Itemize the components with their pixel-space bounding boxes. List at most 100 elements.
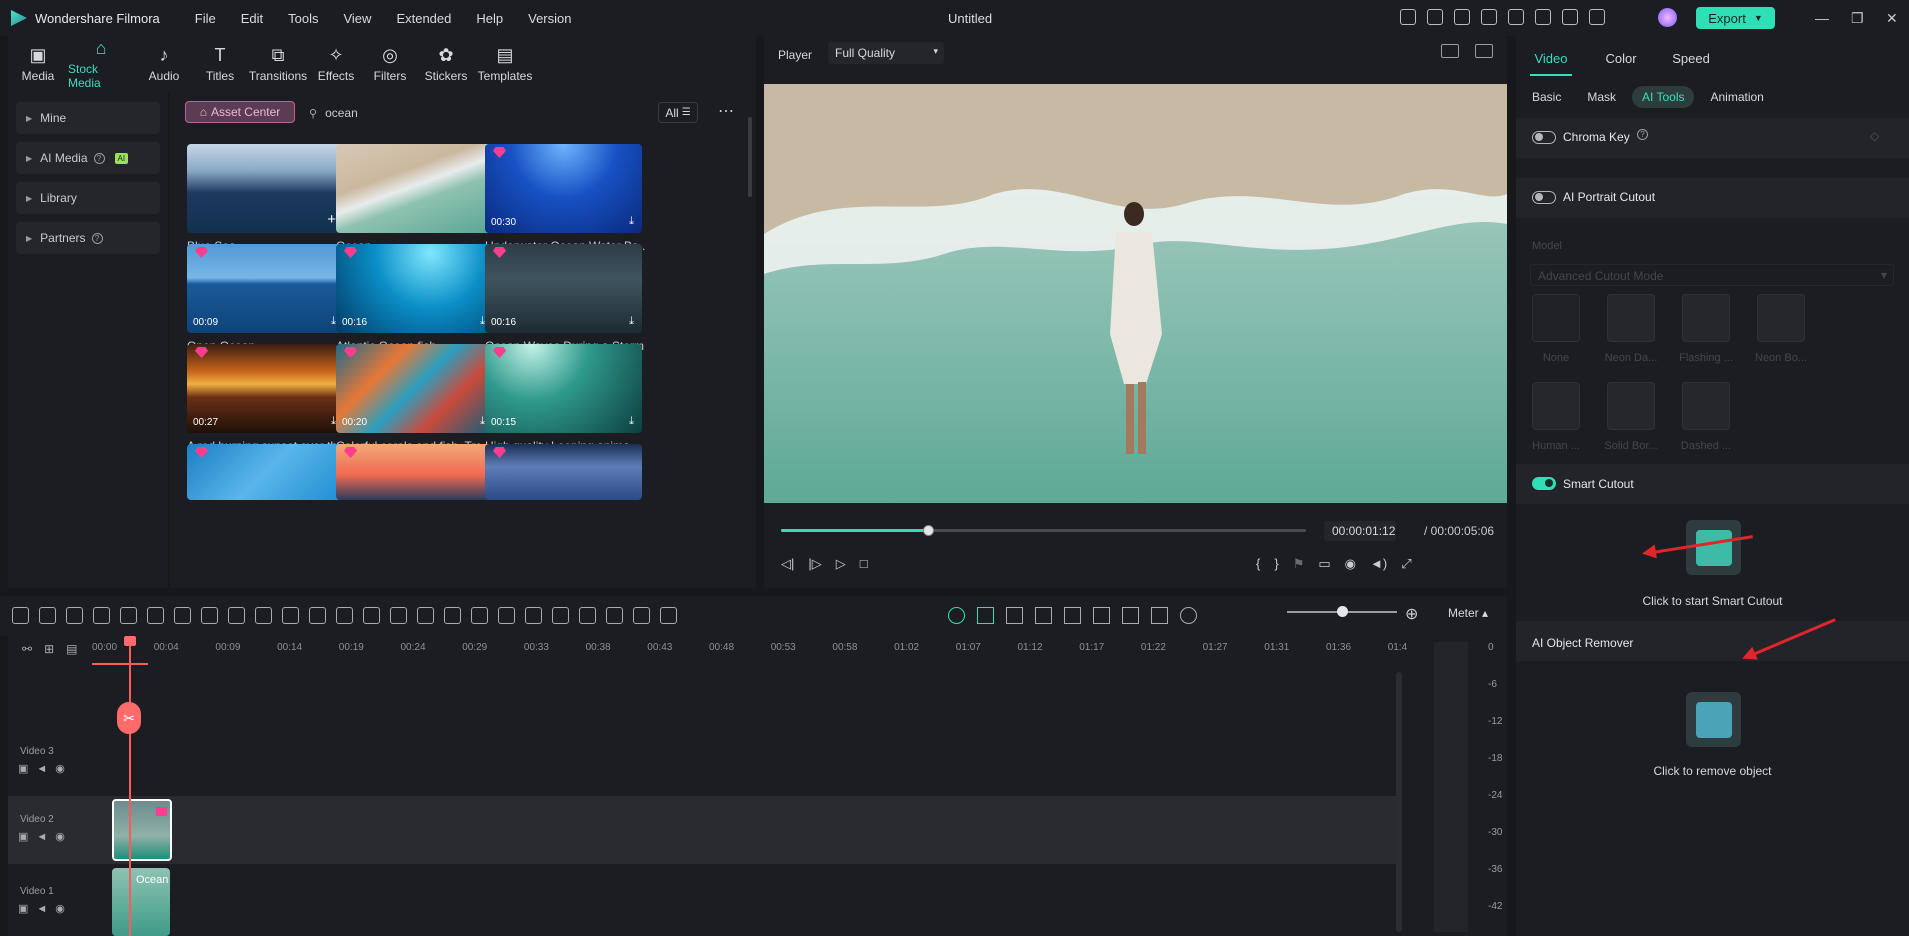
- timer-icon[interactable]: [444, 607, 461, 624]
- fx-neon-dash[interactable]: [1607, 294, 1655, 342]
- object-remover-button[interactable]: [1686, 692, 1741, 747]
- quality-select[interactable]: Full Quality ▾: [828, 42, 944, 64]
- help-icon[interactable]: ?: [93, 152, 105, 164]
- tab-media[interactable]: ▣ Media: [8, 36, 68, 92]
- fx-neon-border[interactable]: [1757, 294, 1805, 342]
- download-icon[interactable]: ⤓: [629, 315, 634, 328]
- subtab-basic[interactable]: Basic: [1522, 86, 1571, 108]
- video-preview[interactable]: [764, 84, 1507, 503]
- ai-copy-icon[interactable]: [309, 607, 326, 624]
- zoom-out-icon[interactable]: [1180, 607, 1197, 624]
- smart-cutout-toggle[interactable]: [1532, 477, 1556, 490]
- fit-icon[interactable]: [1151, 607, 1168, 624]
- tab-templates[interactable]: ▤ Templates: [474, 36, 536, 92]
- color-icon[interactable]: [390, 607, 407, 624]
- marker-icon[interactable]: ⚑: [1293, 556, 1305, 572]
- model-select[interactable]: Advanced Cutout Mode ▾: [1530, 264, 1894, 286]
- export-button[interactable]: Export ▼: [1696, 7, 1775, 29]
- split-icon[interactable]: [201, 607, 218, 624]
- media-card[interactable]: [336, 444, 496, 500]
- user-avatar[interactable]: [1658, 8, 1677, 27]
- render-icon[interactable]: [1006, 607, 1023, 624]
- media-card[interactable]: 00:16⤓ Atlantic Ocean fish: [336, 244, 496, 353]
- playback-progress[interactable]: [781, 525, 1306, 536]
- browser-scrollbar[interactable]: [748, 117, 752, 197]
- link-icon[interactable]: ⚯: [22, 642, 32, 656]
- delete-icon[interactable]: [147, 607, 164, 624]
- tab-titles[interactable]: T Titles: [194, 36, 246, 92]
- tab-filters[interactable]: ◎ Filters: [362, 36, 418, 92]
- help-icon[interactable]: ?: [1637, 129, 1648, 140]
- help-icon[interactable]: ?: [91, 232, 103, 244]
- auto-highlight-icon[interactable]: [1035, 607, 1052, 624]
- menu-extended[interactable]: Extended: [396, 11, 451, 26]
- tab-transitions[interactable]: ⧉ Transitions: [246, 36, 310, 92]
- send-icon[interactable]: [1427, 9, 1443, 25]
- text-icon[interactable]: [282, 607, 299, 624]
- sidebar-item-mine[interactable]: ▶ Mine: [16, 102, 160, 134]
- tab-stock-media[interactable]: ⌂ Stock Media: [68, 36, 134, 92]
- tab-color[interactable]: Color: [1586, 36, 1656, 76]
- add-icon[interactable]: +: [327, 211, 336, 228]
- timeline-scrollbar[interactable]: [1396, 672, 1402, 932]
- shield-icon[interactable]: [1064, 607, 1081, 624]
- media-card[interactable]: 00:30⤓ Underwater Ocean Water Ba...: [485, 144, 645, 253]
- asset-center-button[interactable]: ⌂ Asset Center: [185, 101, 295, 123]
- timeline-ruler[interactable]: 00:00 00:04 00:09 00:14 00:19 00:24 00:29 00:33…: [92, 636, 1422, 664]
- media-card[interactable]: 00:20⤓ Colorful corals and fish. Tro...: [336, 344, 496, 453]
- tab-effects[interactable]: ✧ Effects: [310, 36, 362, 92]
- download-icon[interactable]: ⤓: [629, 415, 634, 428]
- headset-icon[interactable]: [1562, 9, 1578, 25]
- track-controls[interactable]: ▣◄◉: [18, 902, 92, 915]
- menu-file[interactable]: File: [195, 11, 216, 26]
- layout-icon[interactable]: [12, 607, 29, 624]
- group-icon[interactable]: [606, 607, 623, 624]
- mark-out-icon[interactable]: }: [1274, 556, 1278, 572]
- clip-video-2[interactable]: [112, 799, 172, 861]
- menu-version[interactable]: Version: [528, 11, 571, 26]
- save-icon[interactable]: [1508, 9, 1524, 25]
- adjust-icon[interactable]: [525, 607, 542, 624]
- layout-icon[interactable]: [1481, 9, 1497, 25]
- more-options-icon[interactable]: ⋯: [718, 101, 734, 121]
- menu-tools[interactable]: Tools: [288, 11, 318, 26]
- fx-human[interactable]: [1532, 382, 1580, 430]
- keyframe-icon[interactable]: [498, 607, 515, 624]
- fx-dashed[interactable]: [1682, 382, 1730, 430]
- menu-edit[interactable]: Edit: [241, 11, 263, 26]
- media-card[interactable]: + Blue Sea: [187, 144, 347, 253]
- playhead-handle[interactable]: [124, 636, 136, 646]
- filter-button[interactable]: All ☰: [658, 102, 698, 123]
- more-tools-icon[interactable]: [660, 607, 677, 624]
- mark-in-icon[interactable]: {: [1256, 556, 1260, 572]
- media-card[interactable]: 00:15⤓ High quality Looping anima...: [485, 344, 645, 453]
- smart-cutout-button[interactable]: [1686, 520, 1741, 575]
- snapshot-icon[interactable]: ◉: [1345, 556, 1356, 572]
- audio-mixer-icon[interactable]: [120, 607, 137, 624]
- volume-icon[interactable]: ◄): [1370, 556, 1387, 572]
- crop-icon[interactable]: [228, 607, 245, 624]
- tab-video[interactable]: Video: [1516, 36, 1586, 76]
- media-card[interactable]: 00:09⤓ Open Ocean: [187, 244, 347, 353]
- display-icon[interactable]: ▭: [1318, 556, 1330, 572]
- media-card[interactable]: Ocean: [336, 144, 496, 253]
- sidebar-item-library[interactable]: ▶ Library: [16, 182, 160, 214]
- redo-icon[interactable]: [93, 607, 110, 624]
- edit-icon[interactable]: [417, 607, 434, 624]
- zoom-slider[interactable]: [1287, 606, 1397, 617]
- media-card[interactable]: 00:27⤓ A red burning sunset over th...: [187, 344, 347, 453]
- snap-icon[interactable]: [977, 607, 994, 624]
- sidebar-item-ai-media[interactable]: ▶ AI Media? AI: [16, 142, 160, 174]
- meter-toggle[interactable]: Meter ▴: [1448, 606, 1488, 620]
- track-manager-icon[interactable]: ▤: [66, 642, 77, 656]
- restore-icon[interactable]: ❐: [1851, 10, 1864, 27]
- tab-speed[interactable]: Speed: [1656, 36, 1726, 76]
- download-icon[interactable]: ⤓: [629, 215, 634, 228]
- add-track-icon[interactable]: ⊞: [44, 642, 54, 656]
- subtab-ai-tools[interactable]: AI Tools: [1632, 86, 1695, 108]
- image-icon[interactable]: [1475, 44, 1493, 58]
- progress-handle[interactable]: [923, 525, 934, 536]
- clip-video-1[interactable]: Ocean: [112, 868, 170, 936]
- zoom-in-icon[interactable]: ⊕: [1405, 604, 1418, 624]
- playhead[interactable]: [129, 636, 131, 936]
